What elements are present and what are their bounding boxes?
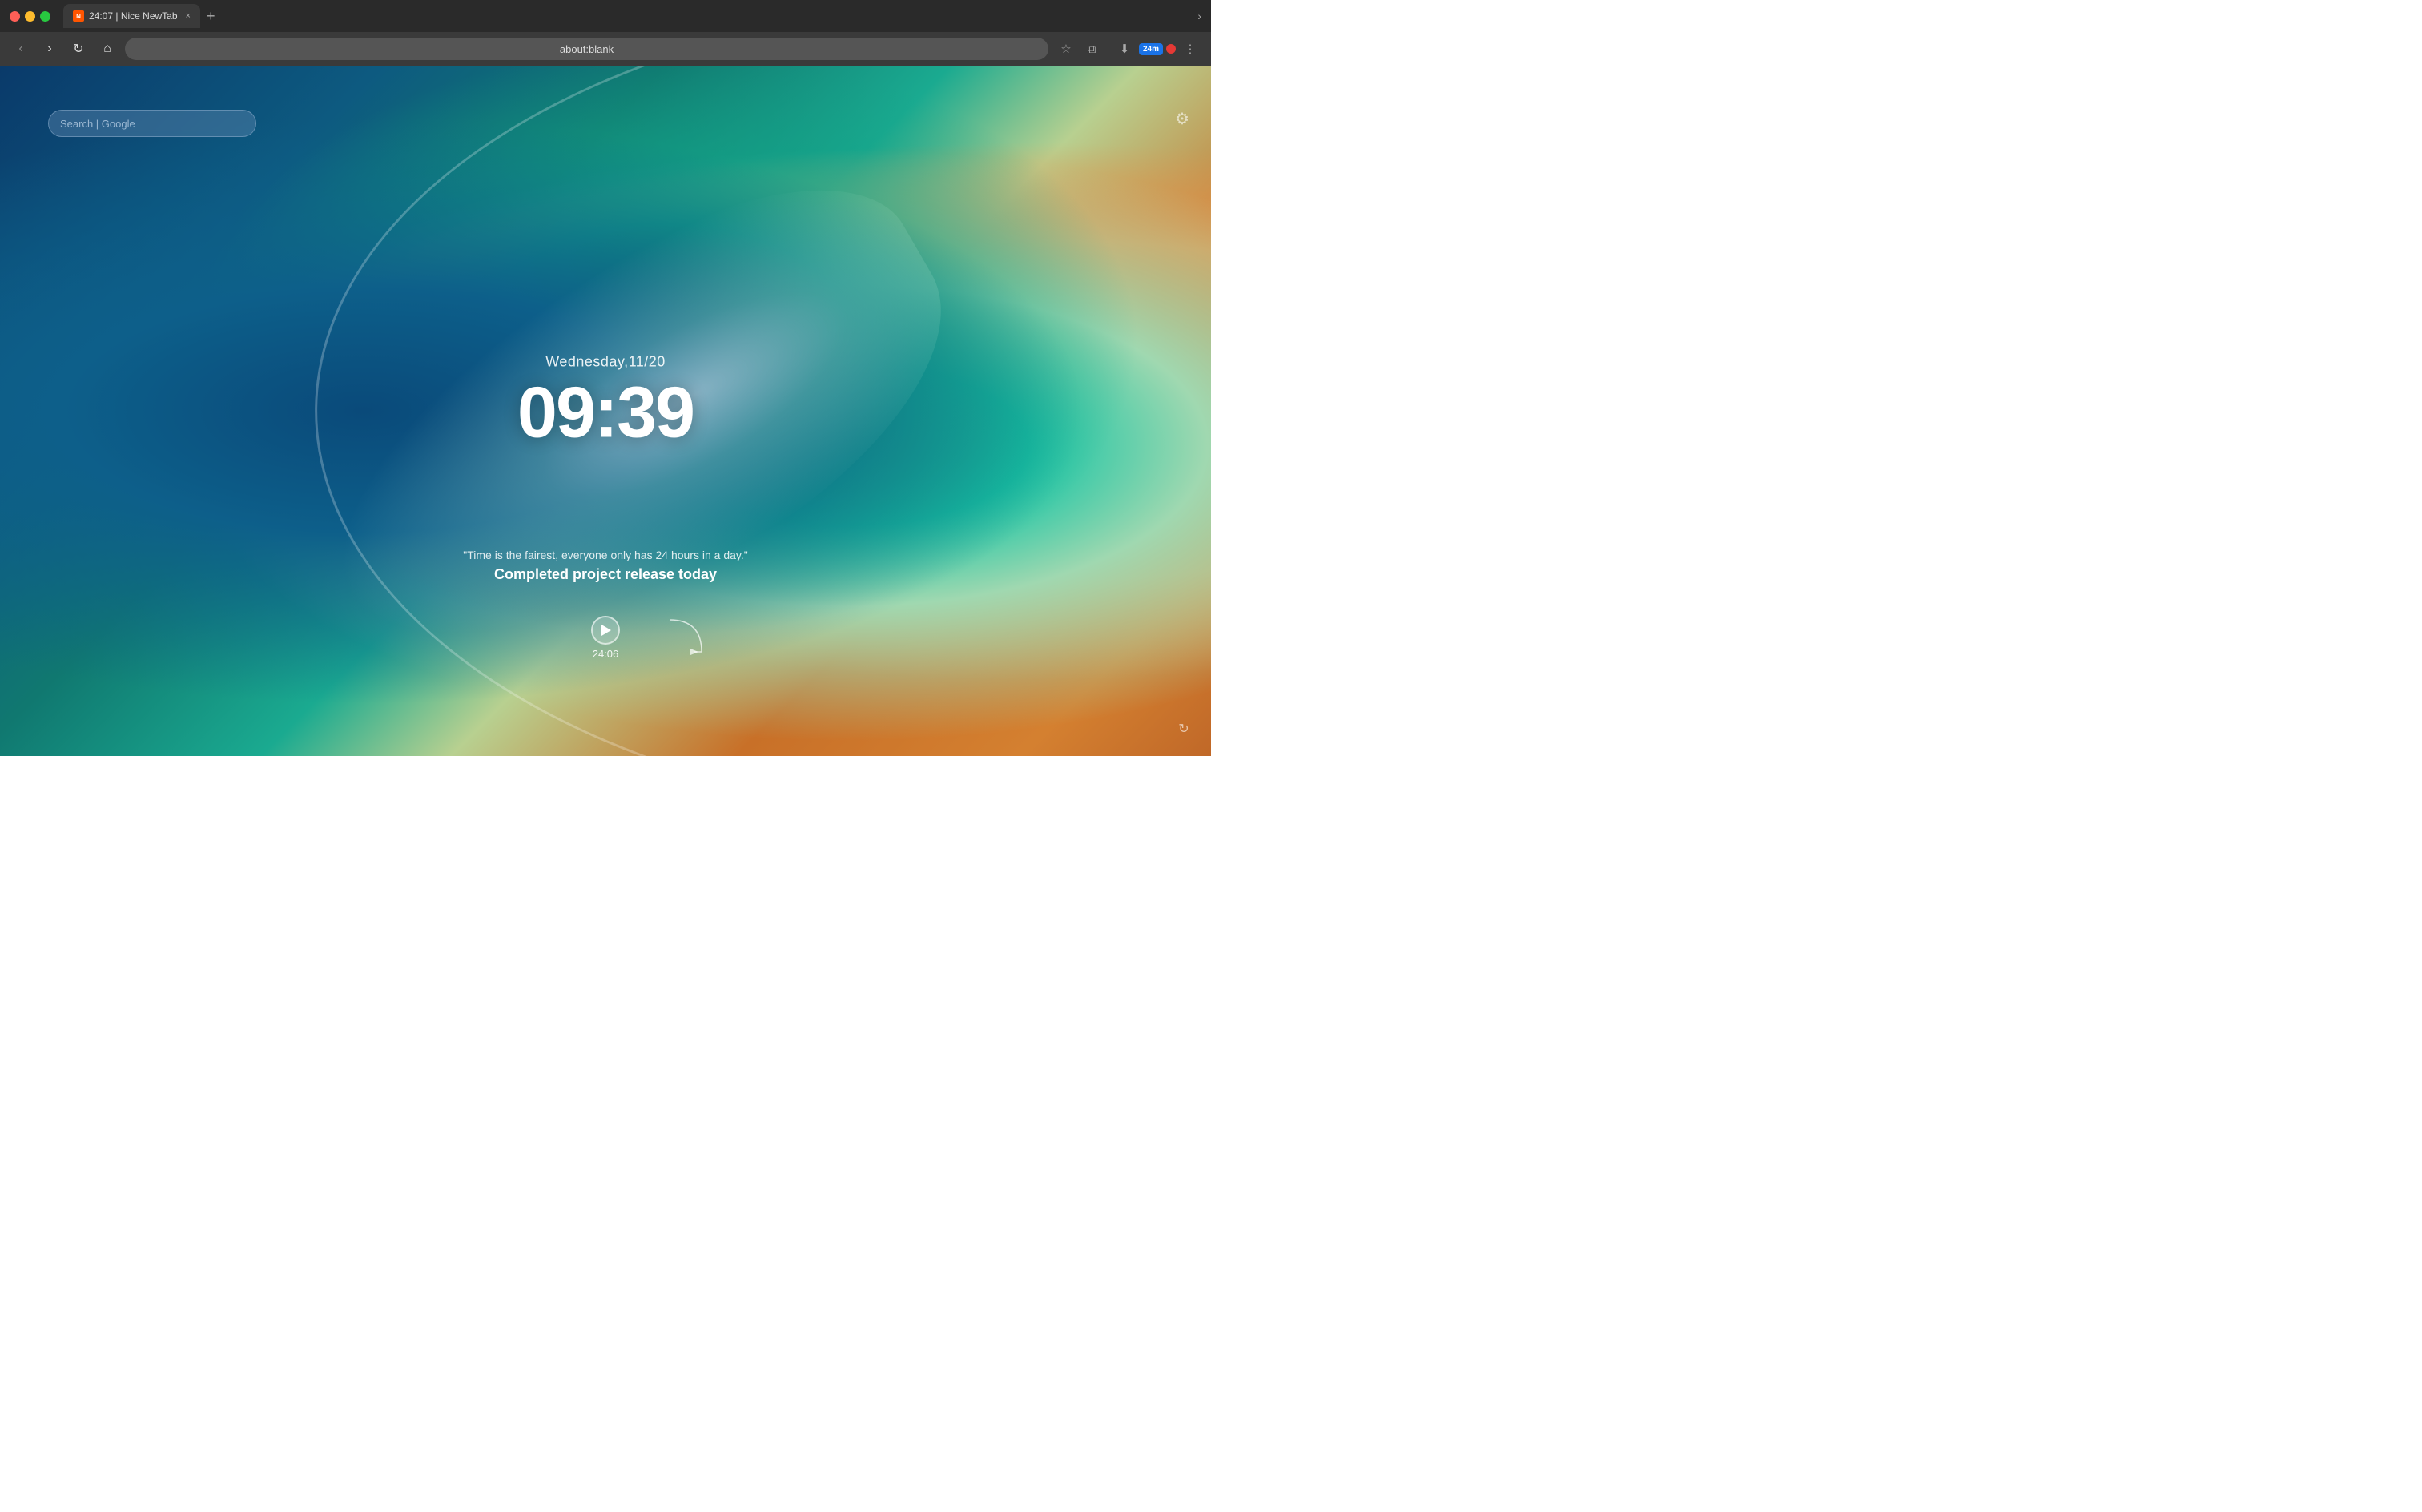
close-button[interactable] (10, 11, 20, 22)
clock-area: Wednesday,11/20 09:39 (517, 354, 694, 449)
download-button[interactable]: ⬇ (1113, 38, 1136, 60)
extensions-button[interactable]: ⧉ (1080, 38, 1103, 60)
record-indicator (1166, 44, 1176, 54)
minimize-button[interactable] (25, 11, 35, 22)
timer-badge[interactable]: 24m (1139, 43, 1163, 55)
tab-favicon: N (73, 10, 84, 22)
menu-button[interactable]: ⋮ (1179, 38, 1201, 60)
back-button[interactable]: ‹ (10, 38, 32, 60)
page-content: ⚙ Wednesday,11/20 09:39 "Time is the fai… (0, 66, 1211, 756)
settings-button[interactable]: ⚙ (1169, 106, 1195, 131)
quote-text: "Time is the fairest, everyone only has … (365, 549, 846, 561)
search-container (48, 110, 256, 137)
play-icon (601, 625, 611, 636)
tab-close-button[interactable]: × (186, 11, 191, 21)
browser-frame: N 24:07 | Nice NewTab × + › ‹ › ↻ ⌂ ☆ ⧉ … (0, 0, 1211, 756)
refresh-background-button[interactable]: ↻ (1173, 718, 1195, 740)
home-button[interactable]: ⌂ (96, 38, 119, 60)
time-display: 09:39 (517, 377, 694, 449)
date-display: Wednesday,11/20 (517, 354, 694, 371)
bookmark-button[interactable]: ☆ (1055, 38, 1077, 60)
task-text: Completed project release today (365, 566, 846, 583)
toolbar: ‹ › ↻ ⌂ ☆ ⧉ ⬇ 24m ⋮ (0, 32, 1211, 66)
address-bar[interactable] (125, 38, 1048, 60)
timer-display: 24:06 (591, 648, 620, 660)
tab-title: 24:07 | Nice NewTab (89, 10, 178, 22)
maximize-button[interactable] (40, 11, 50, 22)
quote-area: "Time is the fairest, everyone only has … (365, 549, 846, 596)
tab-bar: N 24:07 | Nice NewTab × + (63, 4, 1191, 28)
forward-button[interactable]: › (38, 38, 61, 60)
title-bar: N 24:07 | Nice NewTab × + › (0, 0, 1211, 32)
reload-button[interactable]: ↻ (67, 38, 90, 60)
traffic-lights (10, 11, 50, 22)
search-input[interactable] (48, 110, 256, 137)
new-tab-button[interactable]: + (200, 9, 222, 23)
tab-list-chevron[interactable]: › (1197, 10, 1201, 22)
timer-widget: 24:06 (591, 616, 620, 660)
timer-play-button[interactable] (591, 616, 620, 645)
toolbar-actions: ☆ ⧉ ⬇ 24m ⋮ (1055, 38, 1201, 60)
active-tab[interactable]: N 24:07 | Nice NewTab × (63, 4, 200, 28)
